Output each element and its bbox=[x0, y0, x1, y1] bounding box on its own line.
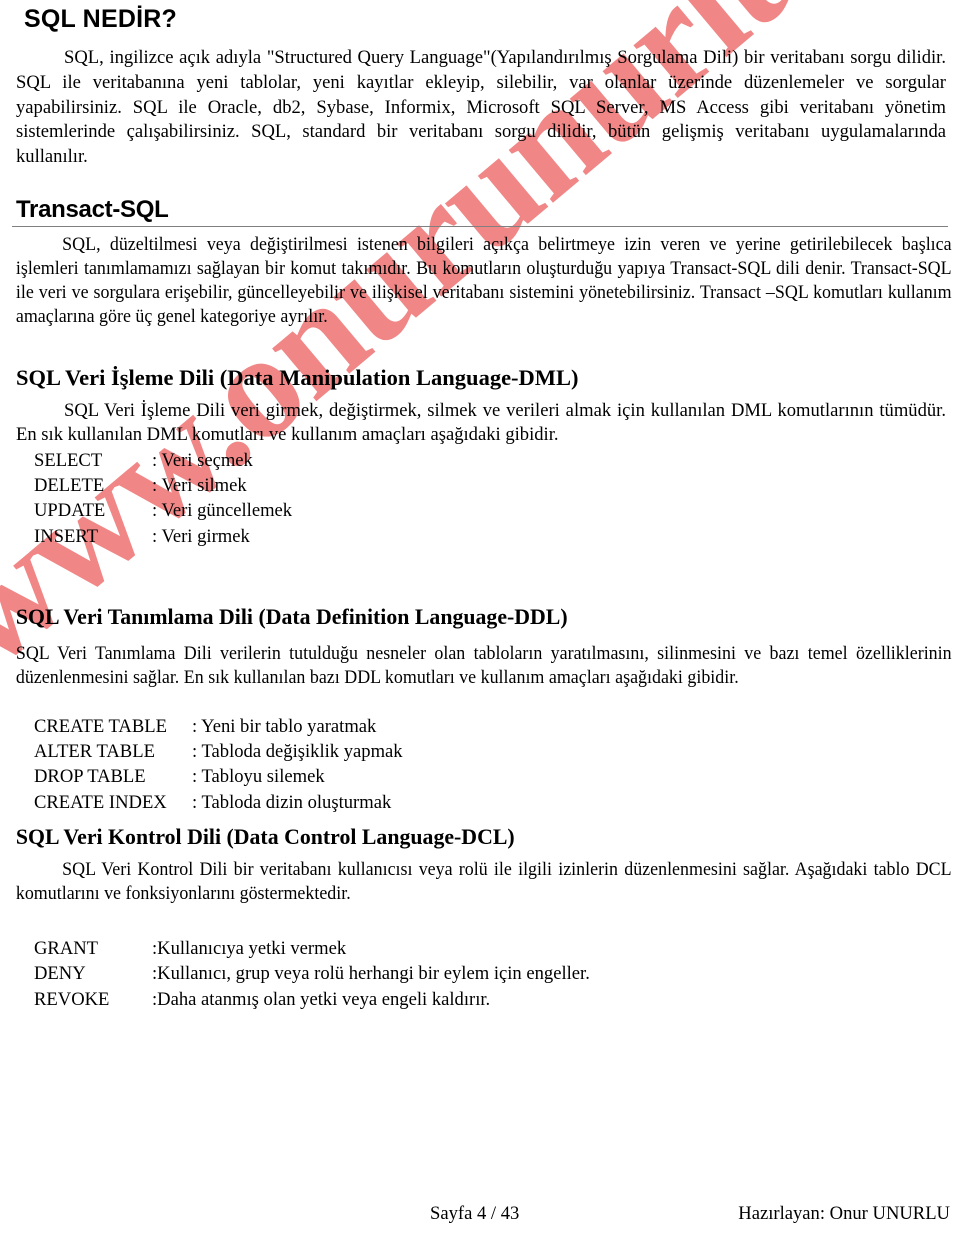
list-item: DELETE : Veri silmek bbox=[34, 473, 948, 498]
command-name: DROP TABLE bbox=[34, 766, 146, 788]
command-name: REVOKE bbox=[34, 988, 110, 1010]
transact-paragraph: SQL, düzeltilmesi veya değiştirilmesi is… bbox=[12, 233, 954, 330]
dml-paragraph: SQL Veri İşleme Dili veri girmek, değişt… bbox=[12, 399, 948, 448]
dml-command-list: SELECT : Veri seçmek DELETE : Veri silme… bbox=[12, 448, 948, 549]
section-heading-transact-sql: Transact-SQL bbox=[16, 195, 169, 223]
command-description: : Tabloda değişiklik yapmak bbox=[192, 741, 403, 763]
ddl-paragraph: SQL Veri Tanımlama Dili verilerin tutuld… bbox=[12, 642, 954, 690]
page-footer: Sayfa 4 / 43 Hazırlayan: Onur UNURLU bbox=[0, 1203, 960, 1225]
command-description: : Veri girmek bbox=[152, 525, 250, 547]
footer-author: Hazırlayan: Onur UNURLU bbox=[738, 1203, 950, 1224]
list-item: SELECT : Veri seçmek bbox=[34, 448, 948, 473]
command-name: CREATE TABLE bbox=[34, 716, 167, 738]
command-description: : Yeni bir tablo yaratmak bbox=[192, 716, 377, 738]
dcl-command-list: GRANT :Kullanıcıya yetki vermek DENY :Ku… bbox=[12, 936, 948, 1012]
intro-paragraph: SQL, ingilizce açık adıyla "Structured Q… bbox=[12, 46, 948, 170]
command-name: CREATE INDEX bbox=[34, 791, 167, 813]
command-name: SELECT bbox=[34, 449, 103, 471]
dml-paragraph-text: SQL Veri İşleme Dili veri girmek, değişt… bbox=[16, 399, 946, 446]
command-description: :Kullanıcıya yetki vermek bbox=[152, 938, 347, 960]
list-item: GRANT :Kullanıcıya yetki vermek bbox=[34, 936, 948, 961]
section-heading-dml: SQL Veri İşleme Dili (Data Manipulation … bbox=[16, 364, 579, 390]
transact-paragraph-text: SQL, düzeltilmesi veya değiştirilmesi is… bbox=[15, 233, 952, 328]
list-item: UPDATE : Veri güncellemek bbox=[34, 498, 948, 523]
list-item: CREATE INDEX : Tabloda dizin oluşturmak bbox=[34, 790, 948, 815]
ddl-command-list: CREATE TABLE : Yeni bir tablo yaratmak A… bbox=[12, 714, 948, 815]
command-name: UPDATE bbox=[34, 500, 106, 522]
footer-page-number: Sayfa 4 / 43 bbox=[430, 1203, 520, 1224]
list-item: REVOKE :Daha atanmış olan yetki veya eng… bbox=[34, 987, 948, 1012]
command-description: :Daha atanmış olan yetki veya engeli kal… bbox=[152, 988, 491, 1010]
intro-paragraph-text: SQL, ingilizce açık adıyla "Structured Q… bbox=[16, 47, 946, 168]
list-item: CREATE TABLE : Yeni bir tablo yaratmak bbox=[34, 714, 948, 739]
command-name: INSERT bbox=[34, 525, 98, 547]
command-name: DELETE bbox=[34, 475, 105, 497]
section-divider bbox=[12, 225, 948, 227]
command-description: :Kullanıcı, grup veya rolü herhangi bir … bbox=[152, 963, 590, 985]
document-page: www.onurunurlu.com SQL NEDİR? SQL, ingil… bbox=[0, 0, 960, 1233]
command-description: : Tabloyu silemek bbox=[192, 766, 325, 788]
command-name: DENY bbox=[34, 963, 86, 985]
command-description: : Veri seçmek bbox=[152, 449, 253, 471]
command-name: GRANT bbox=[34, 938, 99, 960]
section-heading-ddl: SQL Veri Tanımlama Dili (Data Definition… bbox=[15, 603, 568, 629]
list-item: DROP TABLE : Tabloyu silemek bbox=[34, 764, 948, 789]
section-heading-dcl: SQL Veri Kontrol Dili (Data Control Lang… bbox=[15, 823, 515, 849]
document-content: SQL NEDİR? SQL, ingilizce açık adıyla "S… bbox=[0, 0, 960, 1012]
list-item: ALTER TABLE : Tabloda değişiklik yapmak bbox=[34, 739, 948, 764]
command-description: : Tabloda dizin oluşturmak bbox=[192, 791, 392, 813]
list-item: INSERT : Veri girmek bbox=[34, 524, 948, 549]
dcl-paragraph-text: SQL Veri Kontrol Dili bir veritabanı kul… bbox=[15, 858, 952, 904]
dcl-paragraph: SQL Veri Kontrol Dili bir veritabanı kul… bbox=[12, 858, 954, 906]
ddl-paragraph-text: SQL Veri Tanımlama Dili verilerin tutuld… bbox=[15, 642, 952, 688]
command-description: : Veri güncellemek bbox=[152, 500, 293, 522]
command-description: : Veri silmek bbox=[152, 475, 247, 497]
command-name: ALTER TABLE bbox=[34, 741, 155, 763]
list-item: DENY :Kullanıcı, grup veya rolü herhangi… bbox=[34, 961, 948, 986]
page-title: SQL NEDİR? bbox=[24, 5, 177, 33]
